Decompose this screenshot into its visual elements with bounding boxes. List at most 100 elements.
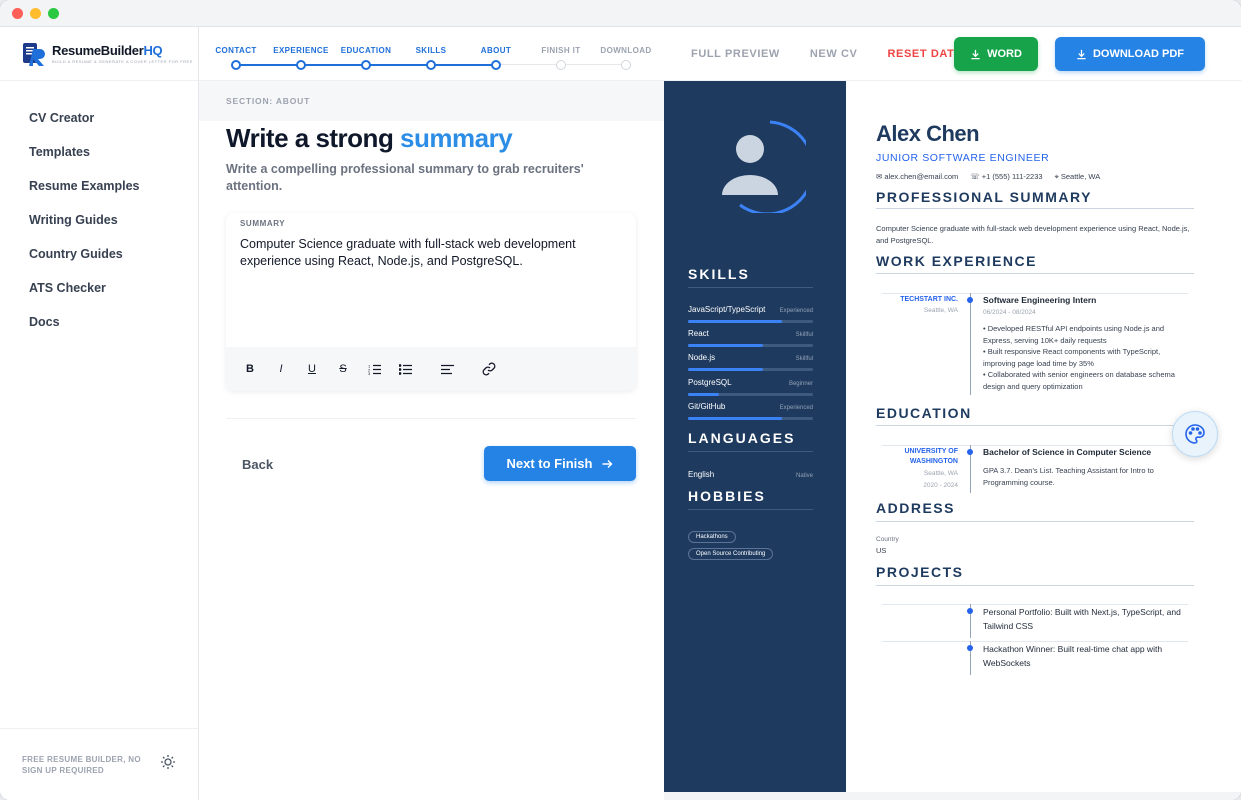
- cv-skill-name: Node.js: [688, 353, 716, 362]
- section-label: SECTION: ABOUT: [199, 81, 664, 121]
- cv-address-heading: ADDRESS: [876, 500, 955, 516]
- download-icon: [971, 49, 980, 59]
- close-window-button[interactable]: [12, 7, 23, 19]
- cv-address-rule: [876, 521, 1194, 522]
- cv-work-org: TECHSTART INC.: [900, 296, 958, 303]
- cv-email: ✉ alex.chen@email.com: [876, 172, 959, 181]
- brand-logo[interactable]: ResumeBuilderHQ BUILD A RESUME & GENERAT…: [0, 27, 198, 81]
- download-pdf-button[interactable]: DOWNLOAD PDF: [1055, 37, 1205, 71]
- summary-textarea[interactable]: Computer Science graduate with full-stac…: [240, 236, 616, 270]
- cv-edu-dates: 2020 - 2024: [923, 482, 958, 489]
- top-bar: CONTACT EXPERIENCE EDUCATION SKILLS ABOU…: [199, 27, 1241, 81]
- cv-country: US: [876, 546, 887, 555]
- cv-skill-level: Experienced: [779, 308, 813, 314]
- align-left-icon[interactable]: [437, 359, 457, 379]
- step-download-dot[interactable]: [621, 60, 631, 70]
- step-download-label[interactable]: DOWNLOAD: [600, 46, 651, 55]
- next-button[interactable]: Next to Finish: [484, 446, 636, 481]
- phone-icon: ☏: [970, 172, 982, 181]
- cv-projects-rule: [876, 585, 1194, 586]
- cv-name: Alex Chen: [876, 121, 980, 146]
- step-experience-dot[interactable]: [296, 60, 306, 70]
- word-button-label: WORD: [987, 48, 1022, 60]
- cv-skills-rule: [688, 287, 813, 288]
- cv-project: Hackathon Winner: Built real-time chat a…: [983, 644, 1163, 668]
- cv-summary-rule: [876, 208, 1194, 209]
- summary-field: SUMMARY Computer Science graduate with f…: [226, 213, 636, 391]
- cv-skill-bar: [688, 320, 813, 323]
- cv-skill-bar: [688, 393, 813, 396]
- cv-preview: SKILLS JavaScript/TypeScript Experienced …: [664, 81, 1241, 800]
- download-word-button[interactable]: WORD: [954, 37, 1038, 71]
- step-education-dot[interactable]: [361, 60, 371, 70]
- theme-palette-button[interactable]: [1172, 411, 1218, 457]
- new-cv-link[interactable]: NEW CV: [810, 48, 858, 60]
- cv-hobby-tag: Hackathons: [688, 531, 736, 543]
- cv-edu-degree: Bachelor of Science in Computer Science: [983, 447, 1152, 457]
- sidebar-item-cv-creator[interactable]: CV Creator: [0, 101, 198, 135]
- cv-skill-bar: [688, 368, 813, 371]
- bold-button[interactable]: B: [240, 359, 260, 379]
- cv-work-location: Seattle, WA: [923, 307, 958, 314]
- back-button[interactable]: Back: [242, 457, 273, 472]
- strikethrough-button[interactable]: S: [333, 359, 353, 379]
- cv-skill-bar: [688, 417, 813, 420]
- maximize-window-button[interactable]: [48, 7, 59, 19]
- download-icon: [1077, 49, 1086, 59]
- cv-skill-fill: [688, 417, 782, 420]
- step-finish-label[interactable]: FINISH IT: [541, 46, 580, 55]
- link-icon[interactable]: [479, 359, 499, 379]
- cv-education-heading: EDUCATION: [876, 405, 972, 421]
- step-education-label[interactable]: EDUCATION: [341, 46, 392, 55]
- cv-location: ⌖ Seattle, WA: [1054, 172, 1101, 181]
- bullet-list-icon[interactable]: [395, 359, 415, 379]
- step-skills-dot[interactable]: [426, 60, 436, 70]
- cv-work-heading: WORK EXPERIENCE: [876, 253, 1037, 269]
- sidebar-footer-text: FREE RESUME BUILDER, NO SIGN UP REQUIRED: [22, 754, 141, 775]
- form-divider: [226, 418, 636, 419]
- step-contact-dot[interactable]: [231, 60, 241, 70]
- sidebar-item-resume-examples[interactable]: Resume Examples: [0, 169, 198, 203]
- underline-button[interactable]: U: [302, 359, 322, 379]
- cv-skill: Node.js Skillful: [688, 353, 813, 371]
- cv-education-rule: [876, 425, 1194, 426]
- cv-skill: Git/GitHub Experienced: [688, 402, 813, 420]
- progress-steps: CONTACT EXPERIENCE EDUCATION SKILLS ABOU…: [199, 27, 664, 81]
- minimize-window-button[interactable]: [30, 7, 41, 19]
- sidebar-item-ats-checker[interactable]: ATS Checker: [0, 271, 198, 305]
- full-preview-link[interactable]: FULL PREVIEW: [691, 48, 780, 60]
- sidebar-item-writing-guides[interactable]: Writing Guides: [0, 203, 198, 237]
- sidebar-nav: CV Creator Templates Resume Examples Wri…: [0, 81, 198, 339]
- step-skills-label[interactable]: SKILLS: [416, 46, 447, 55]
- pdf-button-label: DOWNLOAD PDF: [1092, 48, 1185, 60]
- theme-toggle-sun-icon[interactable]: [160, 754, 176, 775]
- cv-skill-level: Skillful: [795, 356, 813, 362]
- ordered-list-icon[interactable]: 123: [364, 359, 384, 379]
- step-experience-label[interactable]: EXPERIENCE: [273, 46, 329, 55]
- cv-skill-fill: [688, 393, 720, 396]
- cv-work-bullet: • Built responsive React components with…: [983, 347, 1161, 368]
- logo-icon: [22, 41, 48, 67]
- rich-text-toolbar: B I U S 123: [226, 347, 636, 391]
- step-finish-dot[interactable]: [556, 60, 566, 70]
- step-about-label[interactable]: ABOUT: [481, 46, 511, 55]
- reset-data-link[interactable]: RESET DATA: [888, 48, 963, 60]
- cv-skill-name: React: [688, 329, 709, 338]
- cv-skill-name: Git/GitHub: [688, 402, 726, 411]
- page-title: Write a strong summary: [226, 123, 513, 153]
- sidebar-item-docs[interactable]: Docs: [0, 305, 198, 339]
- cv-contact: ✉ alex.chen@email.com ☏ +1 (555) 111-223…: [876, 172, 1100, 182]
- sidebar-item-country-guides[interactable]: Country Guides: [0, 237, 198, 271]
- sidebar: ResumeBuilderHQ BUILD A RESUME & GENERAT…: [0, 27, 199, 800]
- next-button-label: Next to Finish: [506, 456, 593, 471]
- step-about-dot[interactable]: [491, 60, 501, 70]
- cv-sidebar: SKILLS JavaScript/TypeScript Experienced …: [664, 81, 846, 792]
- editor-panel: SECTION: ABOUT Write a strong summary Wr…: [199, 81, 664, 800]
- cv-edu-org: UNIVERSITY OF WASHINGTON: [904, 448, 958, 465]
- avatar: [710, 117, 815, 216]
- italic-button[interactable]: I: [271, 359, 291, 379]
- step-contact-label[interactable]: CONTACT: [215, 46, 256, 55]
- sidebar-item-templates[interactable]: Templates: [0, 135, 198, 169]
- cv-timeline-dot: [967, 645, 973, 651]
- sidebar-footer: FREE RESUME BUILDER, NO SIGN UP REQUIRED: [0, 728, 198, 800]
